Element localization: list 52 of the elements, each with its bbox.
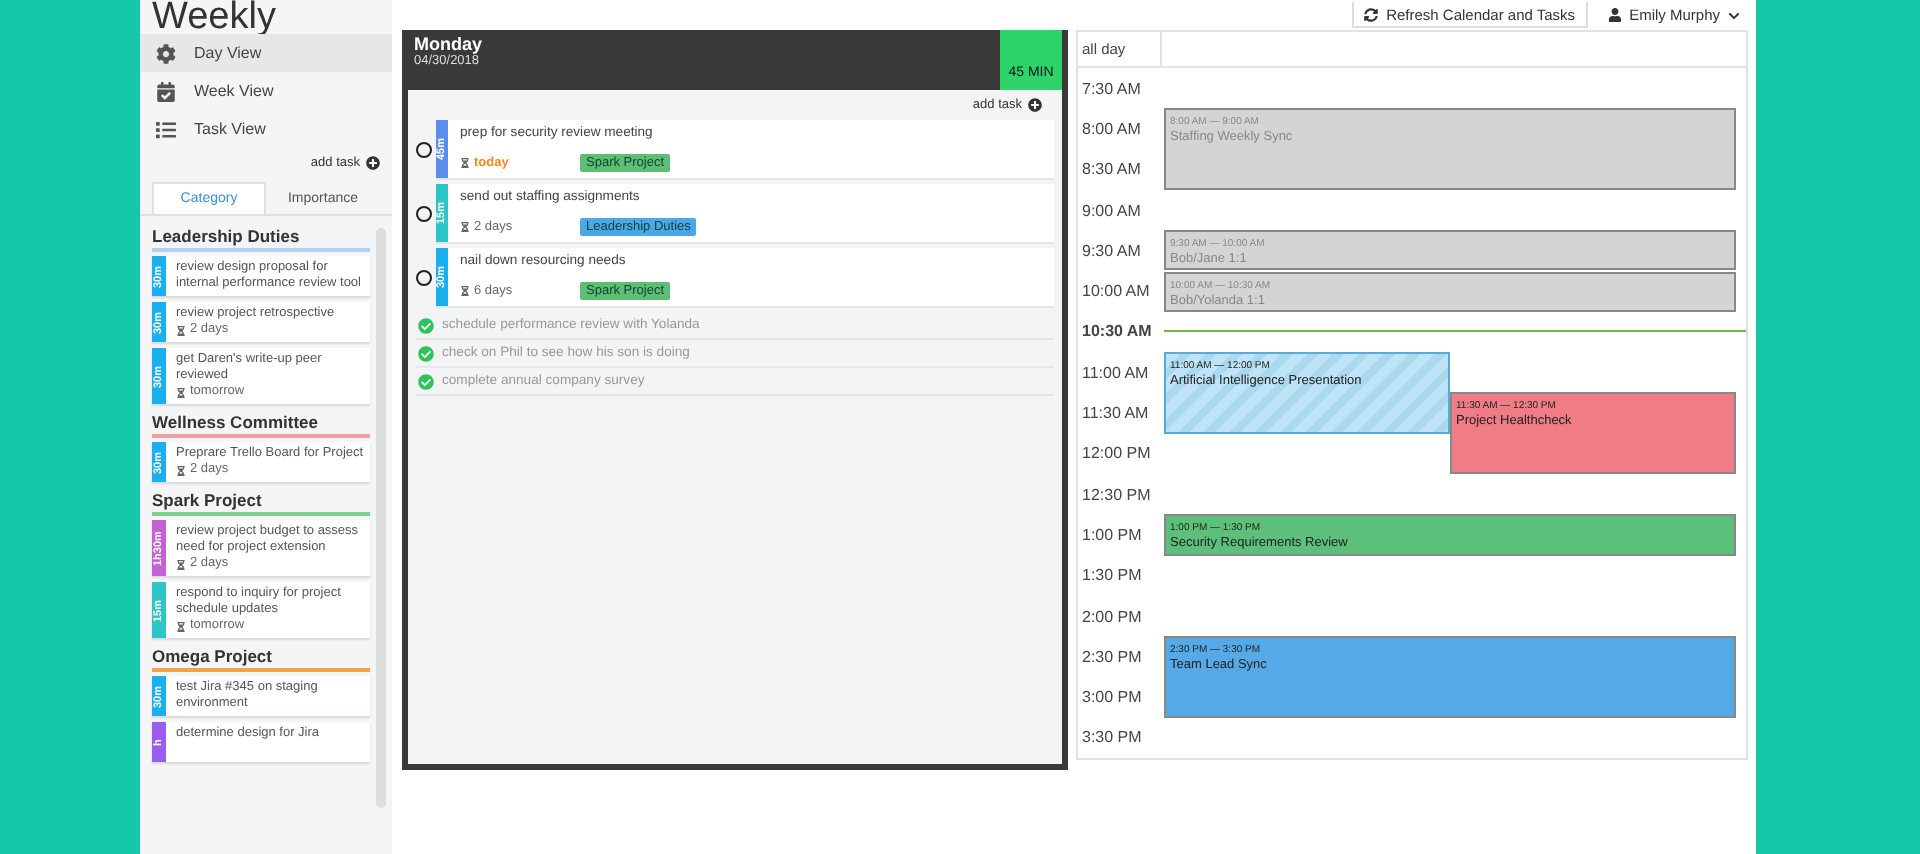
- time-label: 2:00 PM: [1080, 607, 1144, 625]
- nav-item[interactable]: Task View: [140, 110, 392, 148]
- time-label: 10:30 AM: [1080, 322, 1154, 341]
- group-heading: Spark Project: [152, 488, 370, 516]
- group-heading: Omega Project: [152, 644, 370, 672]
- nav-item[interactable]: Day View: [140, 34, 392, 72]
- hourglass-icon: [460, 286, 470, 296]
- check-icon[interactable]: [418, 345, 434, 361]
- time-label: 12:30 PM: [1080, 485, 1153, 504]
- time-label: 10:00 AM: [1080, 282, 1152, 301]
- nav-item[interactable]: Week View: [140, 72, 392, 110]
- plus-icon[interactable]: [366, 156, 380, 170]
- app-title: Weekly: [150, 0, 278, 34]
- time-label: 2:30 PM: [1080, 647, 1144, 666]
- check-icon[interactable]: [418, 373, 434, 389]
- group-heading: Leadership Duties: [152, 224, 370, 252]
- time-label: 7:30 AM: [1080, 79, 1143, 98]
- scrollbar[interactable]: [376, 228, 386, 808]
- gear-icon: [156, 43, 176, 63]
- nav-label: Week View: [194, 82, 274, 100]
- time-label: 8:30 AM: [1080, 160, 1143, 179]
- hourglass-icon: [460, 222, 470, 232]
- nav-label: Day View: [194, 44, 262, 62]
- time-label: 11:30 AM: [1080, 404, 1151, 423]
- time-label: 1:00 PM: [1080, 525, 1144, 544]
- calendar-icon: [156, 81, 176, 101]
- time-label: 3:30 PM: [1080, 728, 1144, 747]
- time-label: 3:00 PM: [1080, 688, 1144, 707]
- hourglass-icon: [176, 559, 186, 569]
- time-label: 9:00 AM: [1080, 201, 1143, 220]
- list-icon: [156, 119, 176, 139]
- user-icon: [1607, 8, 1622, 22]
- time-label: 9:30 AM: [1080, 241, 1143, 260]
- refresh-icon: [1364, 7, 1379, 21]
- plus-icon[interactable]: [1028, 98, 1042, 112]
- nav-label: Task View: [194, 120, 266, 138]
- task-checkbox[interactable]: [416, 270, 432, 286]
- time-label: 8:00 AM: [1080, 119, 1143, 138]
- hourglass-icon: [460, 158, 470, 168]
- time-label: 1:30 PM: [1080, 566, 1144, 585]
- task-checkbox[interactable]: [416, 206, 432, 222]
- chevron-icon: [1728, 9, 1740, 21]
- hourglass-icon: [176, 387, 186, 397]
- time-label: 11:00 AM: [1080, 363, 1151, 382]
- check-icon[interactable]: [418, 317, 434, 333]
- hourglass-icon: [176, 621, 186, 631]
- hourglass-icon: [176, 325, 186, 335]
- group-heading: Wellness Committee: [152, 410, 370, 438]
- day-name: Monday: [414, 34, 485, 54]
- time-label: 12:00 PM: [1080, 444, 1153, 463]
- hourglass-icon: [176, 465, 186, 475]
- task-checkbox[interactable]: [416, 142, 432, 158]
